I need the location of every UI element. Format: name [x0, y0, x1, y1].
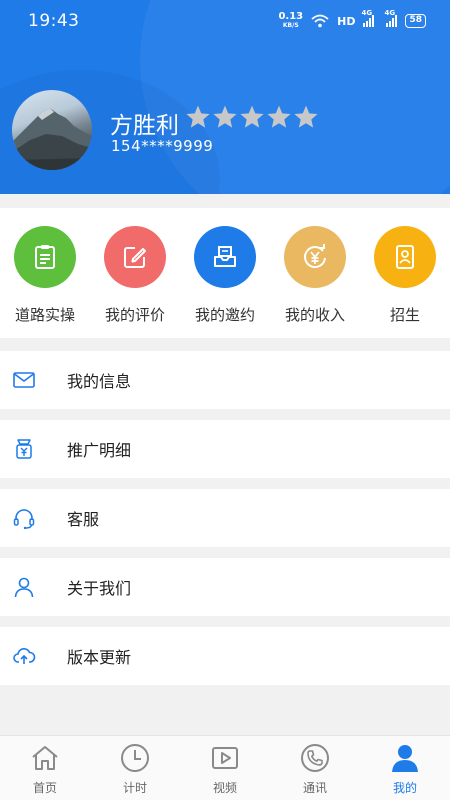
quick-action-label: 招生	[389, 306, 420, 324]
status-bar: 19:43 0.13 KB/S HD 4G 4G 58	[0, 0, 450, 44]
menu-item-about-us[interactable]: 关于我们	[0, 558, 450, 616]
wifi-icon	[311, 14, 329, 28]
battery-icon: 58	[405, 14, 426, 28]
rating-stars	[185, 104, 319, 130]
menu-item-label: 我的信息	[67, 372, 132, 391]
tab-label: 我的	[392, 781, 417, 795]
quick-action-label: 我的邀约	[194, 306, 255, 324]
quick-action-my-invitations[interactable]: 我的邀约	[180, 226, 270, 325]
star-icon	[267, 105, 291, 128]
star-icon	[213, 105, 237, 128]
status-indicators: 0.13 KB/S HD 4G 4G 58	[278, 9, 426, 30]
tab-label: 计时	[122, 781, 147, 795]
user-name: 方胜利	[110, 113, 179, 139]
enroll-contact-icon	[374, 226, 436, 288]
signal-icon: 4G	[384, 9, 398, 27]
quick-action-my-income[interactable]: 我的收入	[270, 226, 360, 325]
home-icon	[32, 746, 58, 770]
star-icon	[294, 105, 318, 128]
promotion-icon	[16, 439, 32, 459]
invite-inbox-icon	[194, 226, 256, 288]
quick-action-label: 我的收入	[284, 306, 345, 324]
person-icon	[14, 577, 34, 598]
bottom-tab-bar: 首页 计时 视频 通讯 我的	[0, 735, 450, 800]
signal-icon: 4G	[361, 9, 375, 27]
tab-video[interactable]: 视频	[195, 742, 255, 796]
profile-icon	[392, 745, 418, 772]
user-phone: 154****9999	[111, 137, 214, 155]
quick-action-my-reviews[interactable]: 我的评价	[90, 226, 180, 325]
clock-icon	[121, 744, 149, 772]
menu-item-label: 关于我们	[67, 579, 132, 598]
phone-call-icon	[301, 744, 329, 772]
tab-contacts[interactable]: 通讯	[285, 742, 345, 796]
network-speed: 0.13 KB/S	[278, 12, 303, 30]
menu-item-label: 版本更新	[67, 648, 132, 667]
tab-label: 首页	[32, 781, 57, 795]
network-speed-unit: KB/S	[282, 22, 299, 29]
menu-item-customer-service[interactable]: 客服	[0, 489, 450, 547]
tab-mine[interactable]: 我的	[375, 742, 435, 796]
menu-item-my-info[interactable]: 我的信息	[0, 351, 450, 409]
headset-icon	[13, 509, 35, 530]
hd-label: HD	[337, 14, 356, 28]
yen-income-icon	[284, 226, 346, 288]
star-icon	[240, 105, 264, 128]
star-icon	[186, 105, 210, 128]
tab-label: 通讯	[302, 781, 327, 795]
mail-icon	[13, 372, 35, 388]
quick-actions-panel: 道路实操 我的评价 我的邀约 我的收入 招生	[0, 208, 450, 338]
avatar[interactable]	[12, 90, 92, 170]
cloud-upload-icon	[13, 648, 36, 664]
tab-timer[interactable]: 计时	[105, 742, 165, 796]
tab-home[interactable]: 首页	[15, 742, 75, 796]
menu-item-label: 推广明细	[67, 441, 132, 460]
menu-item-promotion[interactable]: 推广明细	[0, 420, 450, 478]
quick-action-enrollment[interactable]: 招生	[360, 226, 450, 325]
status-time: 19:43	[28, 11, 80, 31]
edit-icon	[104, 226, 166, 288]
tab-label: 视频	[212, 781, 237, 795]
network-speed-value: 0.13	[278, 11, 304, 22]
signal-label: 4G	[361, 9, 373, 17]
clipboard-icon	[14, 226, 76, 288]
video-play-icon	[212, 747, 238, 769]
quick-action-label: 我的评价	[104, 306, 165, 324]
menu-item-label: 客服	[67, 510, 100, 529]
signal-label: 4G	[384, 9, 396, 17]
menu-item-version-update[interactable]: 版本更新	[0, 627, 450, 685]
quick-action-road-practice[interactable]: 道路实操	[0, 226, 90, 325]
quick-action-label: 道路实操	[14, 306, 75, 324]
